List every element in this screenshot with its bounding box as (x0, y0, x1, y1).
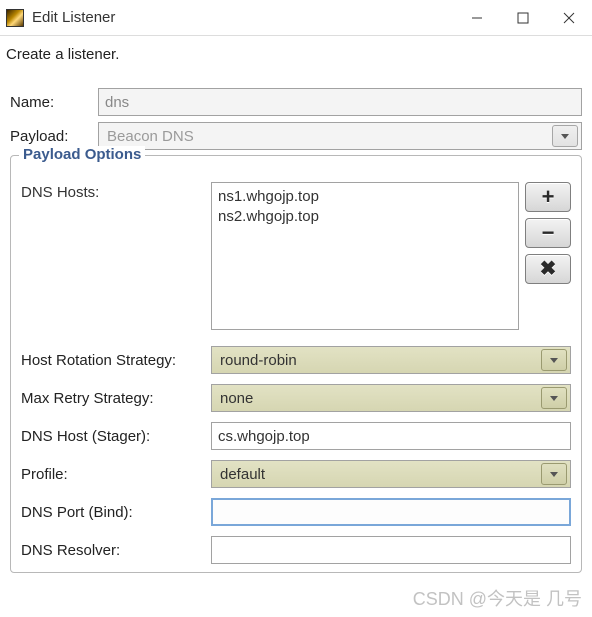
retry-label: Max Retry Strategy: (21, 390, 211, 407)
rotation-label: Host Rotation Strategy: (21, 352, 211, 369)
close-icon (563, 12, 575, 24)
payload-dropdown-button[interactable] (552, 125, 578, 147)
chevron-down-icon (550, 396, 558, 401)
profile-row: Profile: default (21, 460, 571, 488)
clear-hosts-button[interactable]: ✖ (525, 254, 571, 284)
retry-select[interactable]: none (211, 384, 571, 412)
port-row: DNS Port (Bind): (21, 498, 571, 526)
retry-dropdown-button[interactable] (541, 387, 567, 409)
payload-options-legend: Payload Options (19, 146, 145, 163)
stager-label: DNS Host (Stager): (21, 428, 211, 445)
profile-label: Profile: (21, 466, 211, 483)
maximize-icon (517, 12, 529, 24)
profile-dropdown-button[interactable] (541, 463, 567, 485)
x-icon: ✖ (540, 259, 557, 279)
resolver-row: DNS Resolver: (21, 536, 571, 564)
payload-options-fieldset: Payload Options DNS Hosts: ns1.whgojp.to… (10, 155, 582, 573)
port-label: DNS Port (Bind): (21, 504, 211, 521)
name-label: Name: (10, 94, 98, 111)
rotation-select[interactable]: round-robin (211, 346, 571, 374)
maximize-button[interactable] (500, 0, 546, 35)
list-item[interactable]: ns2.whgojp.top (218, 207, 512, 227)
dns-hosts-buttons: + − ✖ (525, 182, 571, 284)
chevron-down-icon (550, 472, 558, 477)
intro-text: Create a listener. (4, 42, 588, 85)
remove-host-button[interactable]: − (525, 218, 571, 248)
payload-value: Beacon DNS (99, 128, 552, 145)
list-item[interactable]: ns1.whgojp.top (218, 187, 512, 207)
minimize-button[interactable] (454, 0, 500, 35)
plus-icon: + (542, 186, 555, 208)
resolver-input[interactable] (211, 536, 571, 564)
profile-value: default (212, 466, 541, 483)
retry-value: none (212, 390, 541, 407)
stager-input[interactable]: cs.whgojp.top (211, 422, 571, 450)
chevron-down-icon (550, 358, 558, 363)
window-title: Edit Listener (32, 9, 454, 26)
window-buttons (454, 0, 592, 35)
payload-select[interactable]: Beacon DNS (98, 122, 582, 150)
dns-hosts-row: DNS Hosts: ns1.whgojp.top ns2.whgojp.top… (21, 182, 571, 330)
resolver-label: DNS Resolver: (21, 542, 211, 559)
dns-hosts-list[interactable]: ns1.whgojp.top ns2.whgojp.top (211, 182, 519, 330)
rotation-value: round-robin (212, 352, 541, 369)
name-row: Name: (4, 85, 588, 119)
payload-label: Payload: (10, 128, 98, 145)
close-button[interactable] (546, 0, 592, 35)
minus-icon: − (542, 222, 555, 244)
watermark: CSDN @今天是 几号 (413, 585, 582, 611)
titlebar: Edit Listener (0, 0, 592, 36)
retry-row: Max Retry Strategy: none (21, 384, 571, 412)
chevron-down-icon (561, 134, 569, 139)
rotation-row: Host Rotation Strategy: round-robin (21, 346, 571, 374)
minimize-icon (471, 12, 483, 24)
name-input[interactable] (98, 88, 582, 116)
dns-hosts-label: DNS Hosts: (21, 182, 211, 201)
content: Create a listener. Name: Payload: Beacon… (0, 36, 592, 573)
add-host-button[interactable]: + (525, 182, 571, 212)
rotation-dropdown-button[interactable] (541, 349, 567, 371)
stager-row: DNS Host (Stager): cs.whgojp.top (21, 422, 571, 450)
port-input[interactable] (211, 498, 571, 526)
app-icon (6, 9, 24, 27)
profile-select[interactable]: default (211, 460, 571, 488)
